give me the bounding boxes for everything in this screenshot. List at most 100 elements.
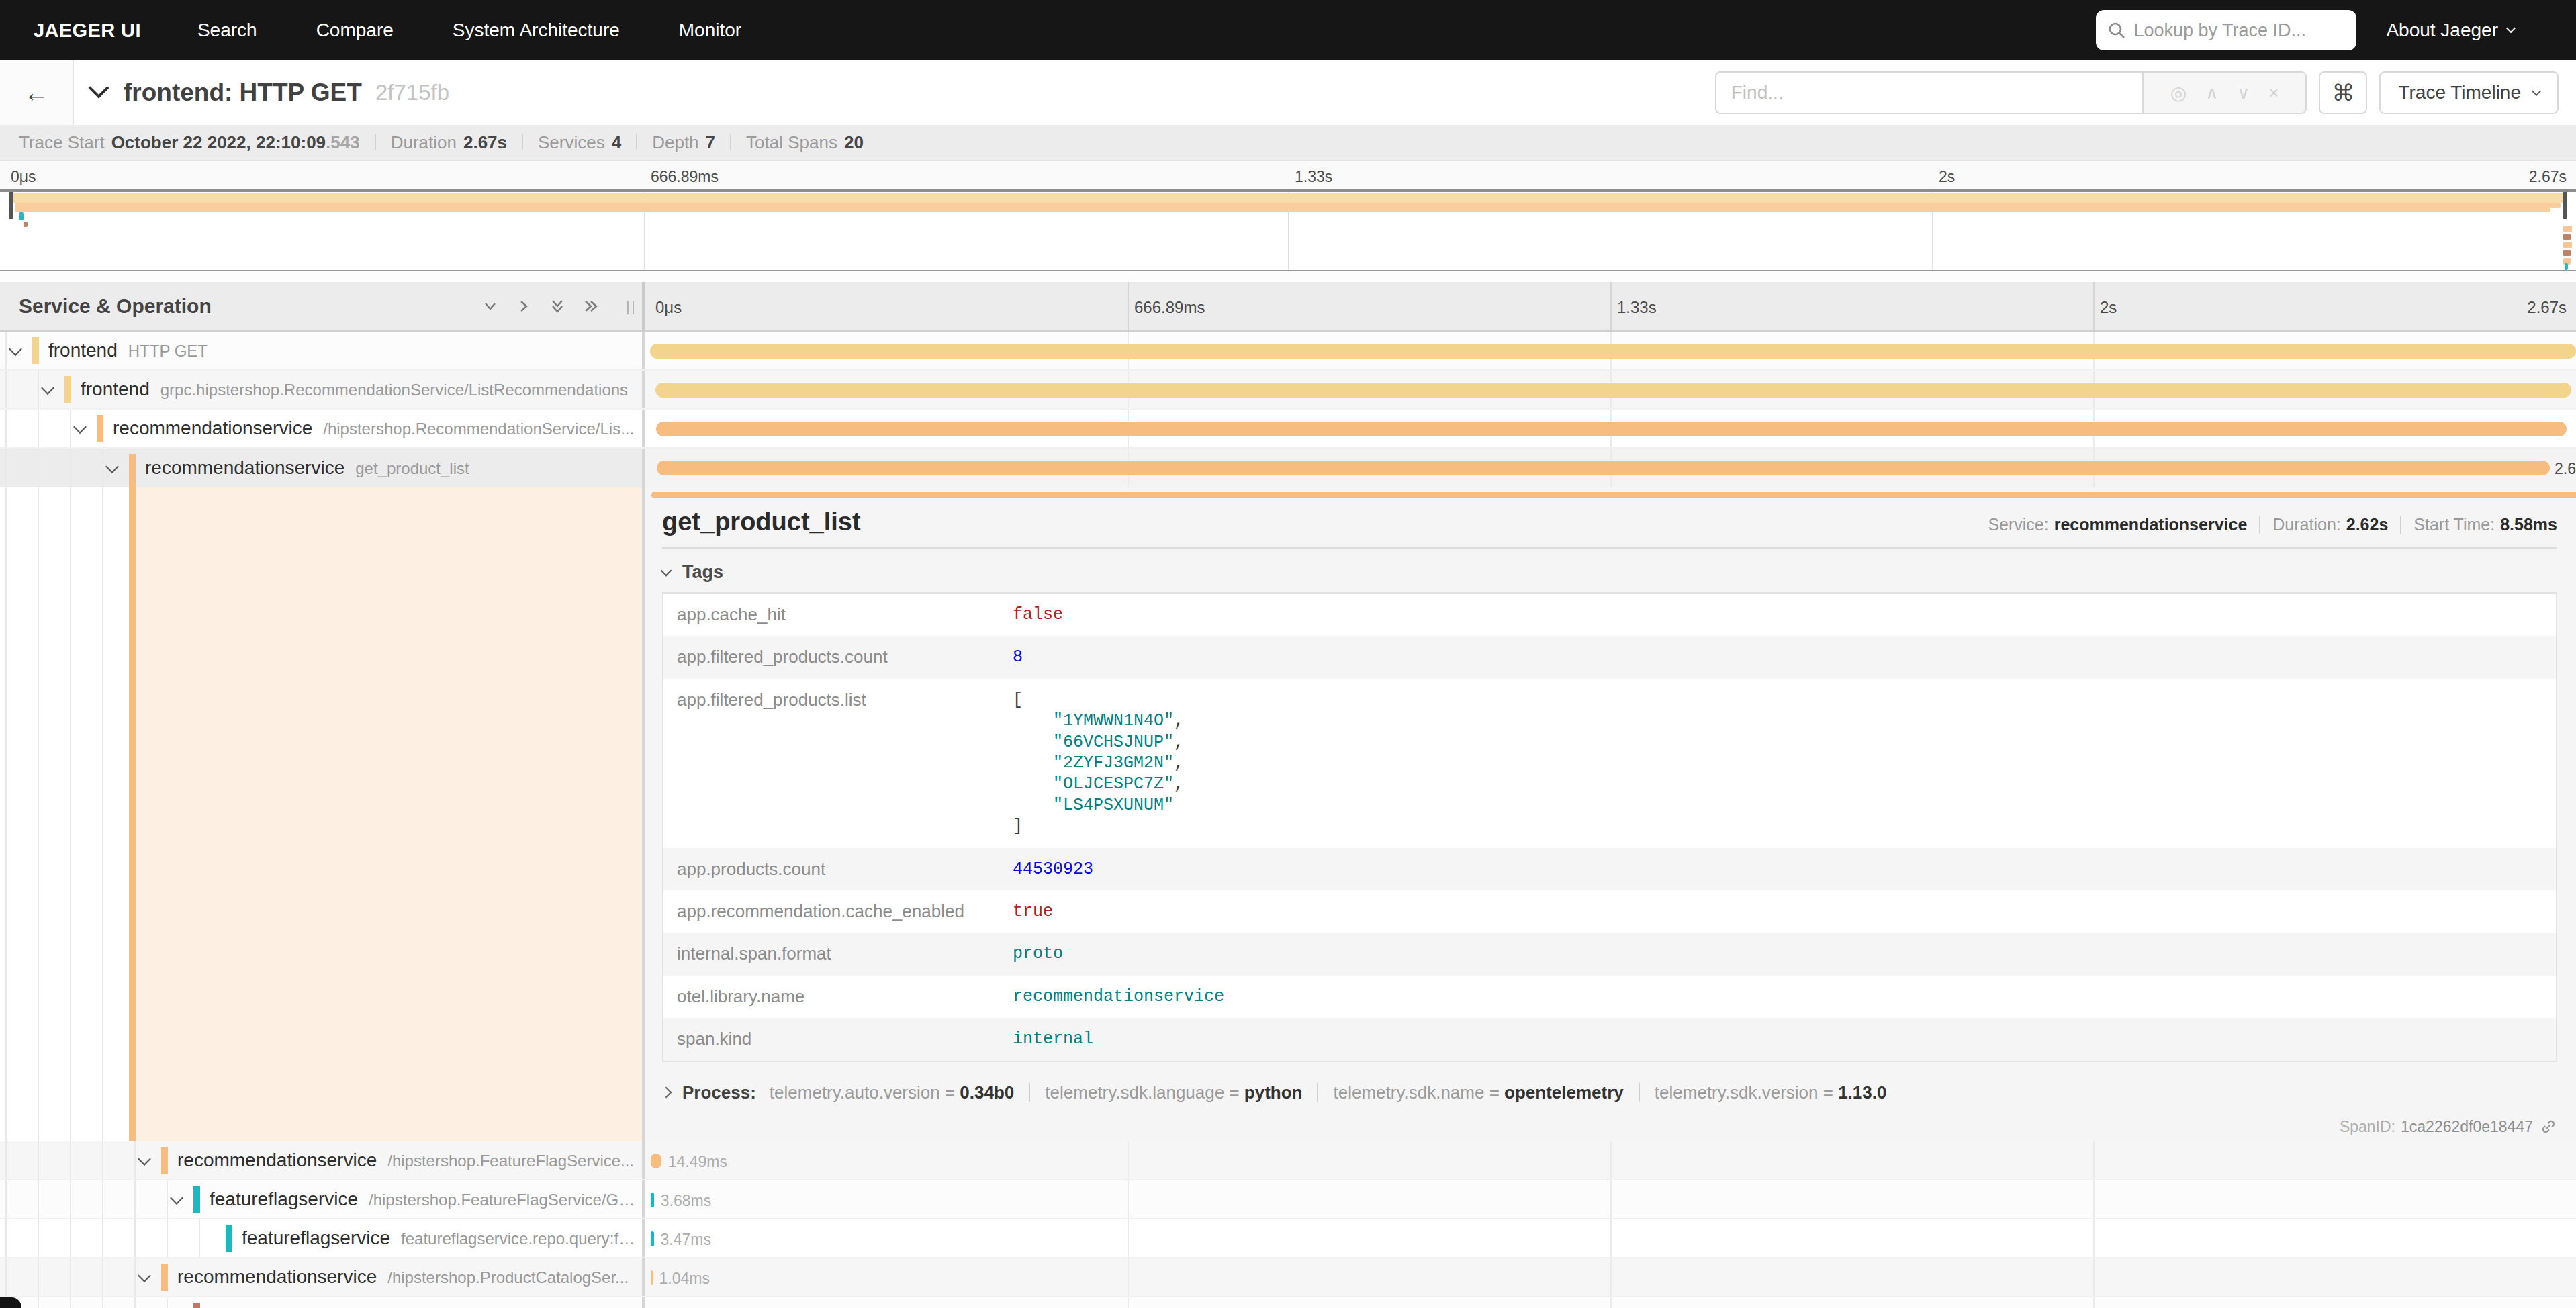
- span-row[interactable]: frontendgrpc.hipstershop.RecommendationS…: [0, 371, 2576, 410]
- trace-view-select[interactable]: Trace Timeline: [2379, 71, 2559, 114]
- span-row-partial[interactable]: [0, 1297, 2576, 1308]
- row-collapse-chevron-icon[interactable]: [170, 1191, 183, 1205]
- spacer: [0, 271, 2576, 282]
- tag-value: 8: [999, 636, 2556, 678]
- process-section[interactable]: Process:telemetry.auto.version = 0.34b0t…: [662, 1082, 2557, 1103]
- span-service-name: frontend: [81, 379, 150, 400]
- process-tag: telemetry.sdk.name = opentelemetry: [1333, 1082, 1623, 1103]
- expand-all-icon[interactable]: [583, 298, 599, 314]
- span-bar[interactable]: [655, 383, 2571, 398]
- span-name-column[interactable]: [0, 1297, 645, 1308]
- row-collapse-chevron-icon[interactable]: [105, 460, 119, 473]
- row-collapse-chevron-icon[interactable]: [73, 420, 87, 434]
- tick-label: 1.33s: [1295, 161, 1332, 192]
- app-brand[interactable]: JAEGER UI: [34, 19, 141, 42]
- span-timeline-cell[interactable]: [645, 332, 2576, 369]
- span-bar[interactable]: [651, 1193, 654, 1207]
- tags-table: app.cache_hitfalseapp.filtered_products.…: [662, 592, 2557, 1062]
- span-bar[interactable]: [651, 1231, 654, 1246]
- timeline-header-left: Service & Operation: [0, 282, 645, 330]
- span-name-column[interactable]: recommendationservice/hipstershop.Recomm…: [0, 410, 645, 447]
- chevron-down-icon: [2532, 87, 2541, 96]
- span-row[interactable]: recommendationservice/hipstershop.Featur…: [0, 1141, 2576, 1180]
- tag-key: span.kind: [663, 1018, 999, 1060]
- next-result-icon[interactable]: ∨: [2237, 83, 2250, 103]
- tag-row: span.kindinternal: [663, 1018, 2556, 1060]
- collapse-all-icon[interactable]: [549, 298, 565, 314]
- keyboard-shortcuts-button[interactable]: ⌘: [2319, 71, 2367, 114]
- focus-icon[interactable]: ◎: [2170, 82, 2187, 104]
- span-row[interactable]: frontendHTTP GET: [0, 332, 2576, 371]
- span-timeline-cell[interactable]: 3.68ms: [645, 1180, 2576, 1218]
- span-service-name: recommendationservice: [177, 1266, 377, 1288]
- find-input[interactable]: Find...: [1715, 71, 2142, 114]
- span-name-column[interactable]: recommendationservice/hipstershop.Produc…: [0, 1258, 645, 1296]
- span-name-column[interactable]: frontendHTTP GET: [0, 332, 645, 369]
- span-bar[interactable]: [651, 1154, 661, 1168]
- row-collapse-chevron-icon[interactable]: [41, 381, 54, 395]
- nav-item[interactable]: Search: [168, 19, 287, 41]
- span-operation-name: /hipstershop.RecommendationService/Lis..…: [323, 420, 634, 438]
- tags-section-toggle[interactable]: Tags: [662, 562, 2557, 583]
- span-row[interactable]: recommendationserviceget_product_list2.6: [0, 449, 2576, 487]
- about-jaeger-menu[interactable]: About Jaeger: [2386, 19, 2514, 41]
- span-row[interactable]: featureflagservice/hipstershop.FeatureFl…: [0, 1180, 2576, 1219]
- top-navbar: JAEGER UI SearchCompareSystem Architectu…: [0, 0, 2576, 60]
- summary-item: Duration2.67s: [391, 132, 507, 153]
- span-operation-name: get_product_list: [355, 459, 469, 478]
- span-name-column[interactable]: featureflagservice/hipstershop.FeatureFl…: [0, 1180, 645, 1218]
- span-row[interactable]: recommendationservice/hipstershop.Produc…: [0, 1258, 2576, 1297]
- tag-key: otel.library.name: [663, 976, 999, 1018]
- back-button[interactable]: ←: [0, 60, 74, 125]
- span-timeline-cell[interactable]: 2.6: [645, 449, 2576, 487]
- span-timeline-cell[interactable]: 3.47ms: [645, 1219, 2576, 1257]
- service-color-stripe: [161, 1147, 168, 1174]
- span-timeline-cell[interactable]: 14.49ms: [645, 1141, 2576, 1179]
- nav-item[interactable]: Compare: [287, 19, 423, 41]
- span-row[interactable]: featureflagservicefeatureflagservice.rep…: [0, 1219, 2576, 1258]
- span-bar[interactable]: [656, 422, 2566, 436]
- page-title: frontend: HTTP GET: [124, 79, 362, 107]
- prev-result-icon[interactable]: ∧: [2205, 83, 2218, 103]
- tag-row: app.products.count44530923: [663, 848, 2556, 890]
- span-bar[interactable]: [650, 344, 2576, 359]
- nav-item[interactable]: System Architecture: [423, 19, 649, 41]
- tick-label: 666.89ms: [1134, 282, 1205, 333]
- nav-right: Lookup by Trace ID... About Jaeger: [2096, 10, 2576, 50]
- span-bar[interactable]: [657, 461, 2549, 475]
- divider: [730, 134, 731, 150]
- span-operation-name: /hipstershop.FeatureFlagService...: [387, 1152, 634, 1170]
- span-operation-name: HTTP GET: [128, 342, 208, 361]
- span-timeline-cell[interactable]: [645, 371, 2576, 408]
- span-timeline-cell[interactable]: [645, 410, 2576, 447]
- trace-minimap[interactable]: [0, 189, 2576, 271]
- minimap-span: [2565, 263, 2568, 270]
- minimap-right-scrubber[interactable]: [2563, 192, 2567, 219]
- nav-menu: SearchCompareSystem ArchitectureMonitor: [168, 19, 771, 41]
- process-tag: telemetry.sdk.language = python: [1045, 1082, 1302, 1103]
- expand-one-icon[interactable]: [516, 298, 532, 314]
- span-detail-title: get_product_list: [662, 508, 861, 536]
- span-name-column[interactable]: recommendationservice/hipstershop.Featur…: [0, 1141, 645, 1179]
- row-collapse-chevron-icon[interactable]: [9, 342, 22, 356]
- span-name-column[interactable]: recommendationserviceget_product_list: [0, 449, 645, 487]
- column-resize-grip[interactable]: [627, 301, 634, 314]
- trace-lookup-input[interactable]: Lookup by Trace ID...: [2096, 10, 2356, 50]
- span-row[interactable]: recommendationservice/hipstershop.Recomm…: [0, 410, 2576, 449]
- span-name-column[interactable]: frontendgrpc.hipstershop.RecommendationS…: [0, 371, 645, 408]
- span-service-name: recommendationservice: [113, 418, 312, 439]
- span-timeline-cell[interactable]: 1.04ms: [645, 1258, 2576, 1296]
- collapse-one-icon[interactable]: [482, 298, 498, 314]
- span-rows: frontendHTTP GETfrontendgrpc.hipstershop…: [0, 332, 2576, 1308]
- summary-item: Depth7: [652, 132, 715, 153]
- span-bar[interactable]: [651, 1270, 653, 1285]
- nav-item[interactable]: Monitor: [649, 19, 771, 41]
- span-name-column[interactable]: featureflagservicefeatureflagservice.rep…: [0, 1219, 645, 1257]
- link-icon[interactable]: [2540, 1118, 2557, 1135]
- clear-find-icon[interactable]: ×: [2268, 83, 2279, 103]
- collapse-trace-chevron-icon[interactable]: [88, 77, 109, 98]
- row-collapse-chevron-icon[interactable]: [138, 1269, 151, 1282]
- row-collapse-chevron-icon[interactable]: [138, 1152, 151, 1166]
- minimap-span: [19, 212, 24, 220]
- minimap-left-scrubber[interactable]: [9, 192, 13, 219]
